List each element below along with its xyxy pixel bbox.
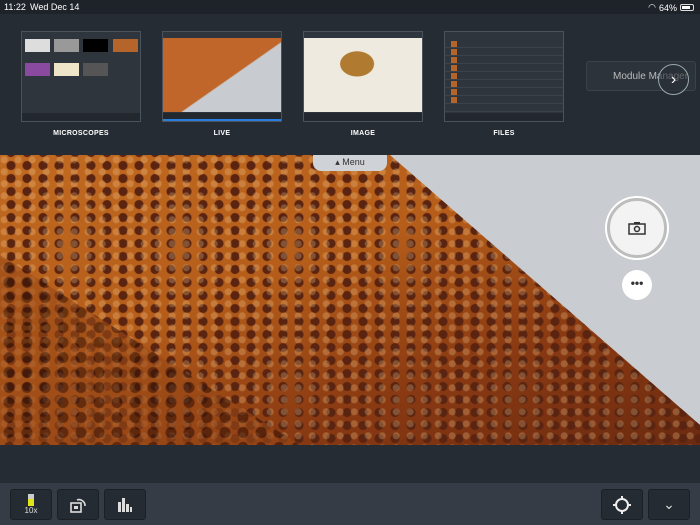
status-bar: 11:22 Wed Dec 14 ◠ 64% bbox=[0, 0, 700, 14]
module-microscopes-thumbnail[interactable] bbox=[21, 31, 141, 122]
battery-percent: 64% bbox=[658, 2, 677, 13]
module-panel: MICROSCOPES LIVE IMAGE FILES Module Mana… bbox=[0, 14, 700, 155]
module-label-live[interactable]: LIVE bbox=[162, 130, 282, 137]
camera-settings-button[interactable] bbox=[57, 489, 99, 520]
module-files-thumbnail[interactable] bbox=[444, 31, 564, 122]
bottom-toolbar: 10x ⌄ bbox=[0, 483, 700, 525]
active-indicator bbox=[163, 119, 281, 121]
more-options-button[interactable]: ••• bbox=[622, 270, 652, 300]
menu-tab[interactable]: ▴ Menu bbox=[313, 155, 387, 171]
chevron-right-icon[interactable]: › bbox=[658, 64, 689, 95]
module-label-microscopes[interactable]: MICROSCOPES bbox=[21, 130, 141, 137]
objective-label: 10x bbox=[24, 506, 38, 515]
histogram-button[interactable] bbox=[104, 489, 146, 520]
double-chevron-down-icon: ⌄ bbox=[663, 496, 675, 512]
battery-icon bbox=[680, 4, 694, 11]
objective-icon bbox=[28, 494, 34, 506]
collapse-toolbar-button[interactable]: ⌄ bbox=[648, 489, 690, 520]
clock: 11:22 bbox=[4, 2, 26, 12]
module-label-files[interactable]: FILES bbox=[444, 130, 564, 137]
module-label-image[interactable]: IMAGE bbox=[303, 130, 423, 137]
camera-icon bbox=[628, 222, 646, 235]
menu-label: Menu bbox=[342, 157, 365, 167]
module-image-thumbnail[interactable] bbox=[303, 31, 423, 122]
camera-settings-icon bbox=[70, 498, 86, 513]
objective-button[interactable]: 10x bbox=[10, 489, 52, 520]
live-view[interactable] bbox=[0, 155, 700, 445]
triangle-up-icon: ▴ bbox=[335, 157, 340, 167]
wifi-icon: ◠ bbox=[648, 2, 656, 12]
settings-button[interactable] bbox=[601, 489, 643, 520]
date: Wed Dec 14 bbox=[30, 2, 80, 12]
capture-button[interactable] bbox=[607, 198, 667, 258]
histogram-icon bbox=[118, 497, 132, 512]
module-live-thumbnail[interactable] bbox=[162, 31, 282, 122]
gear-icon bbox=[613, 495, 631, 514]
